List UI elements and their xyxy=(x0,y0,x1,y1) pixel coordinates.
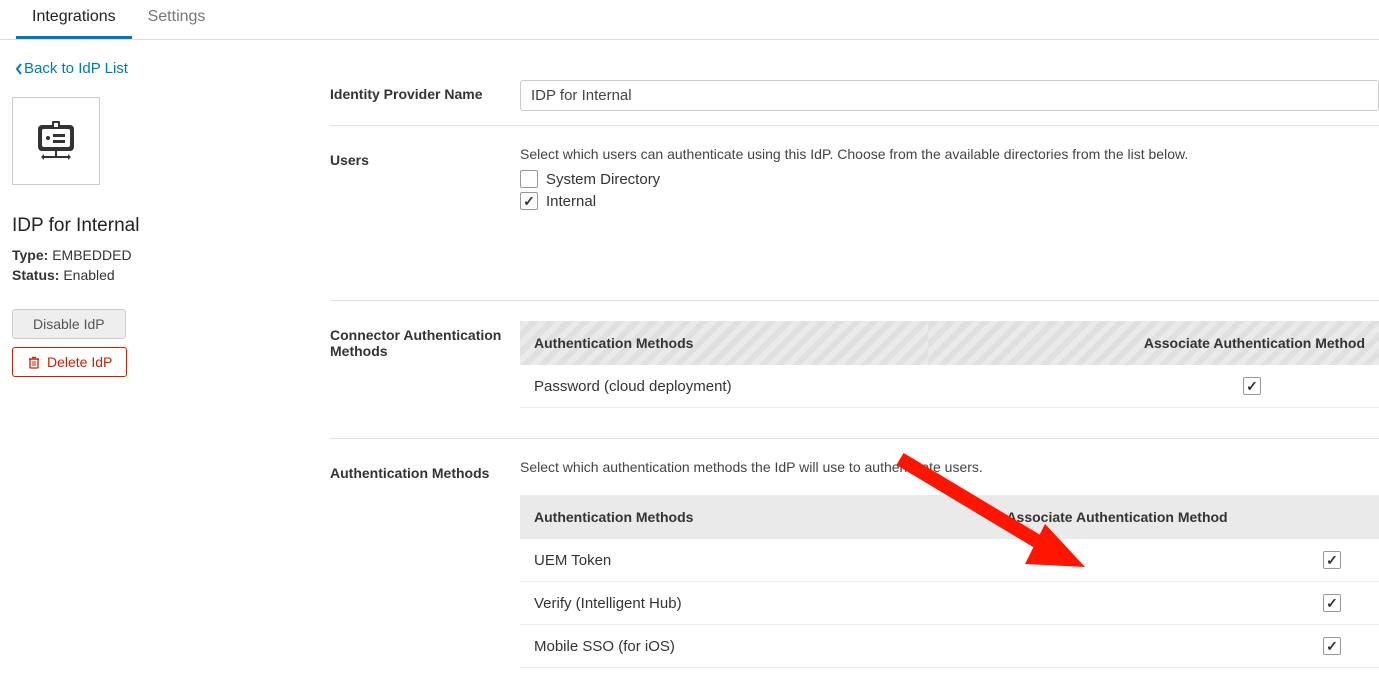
checkbox-label: System Directory xyxy=(546,171,660,188)
status-label: Status: xyxy=(12,267,59,283)
auth-method-check-cell xyxy=(992,625,1379,668)
checkbox-label: Internal xyxy=(546,193,596,210)
chevron-left-icon xyxy=(14,62,24,76)
row-auth-methods: Authentication Methods Select which auth… xyxy=(330,439,1379,698)
tab-integrations[interactable]: Integrations xyxy=(16,0,132,39)
idp-icon-box xyxy=(12,97,100,185)
auth-help-text: Select which authentication methods the … xyxy=(520,459,1379,475)
trash-icon xyxy=(27,355,41,369)
sidebar-buttons: Disable IdP Delete IdP xyxy=(12,309,298,377)
checkbox-uem-token[interactable] xyxy=(1323,551,1341,569)
idp-device-icon xyxy=(28,113,84,169)
row-idp-name: Identity Provider Name xyxy=(330,80,1379,126)
auth-methods-table: Authentication Methods Associate Authent… xyxy=(520,495,1379,668)
tab-settings[interactable]: Settings xyxy=(132,0,222,39)
checkbox-internal[interactable] xyxy=(520,192,538,210)
type-label: Type: xyxy=(12,247,48,263)
idp-type-line: Type: EMBEDDED xyxy=(12,247,298,263)
checkbox-mobile-sso-ios[interactable] xyxy=(1323,637,1341,655)
auth-method-name: Mobile SSO (for iOS) xyxy=(520,625,992,668)
back-link[interactable]: Back to IdP List xyxy=(14,60,128,77)
users-label: Users xyxy=(330,146,520,210)
auth-method-name: UEM Token xyxy=(520,539,992,582)
row-users: Users Select which users can authenticat… xyxy=(330,126,1379,301)
th-associate: Associate Authentication Method xyxy=(992,495,1379,539)
delete-idp-label: Delete IdP xyxy=(47,354,112,370)
sidebar: Back to IdP List IDP for Internal Type: … xyxy=(0,40,310,698)
th-auth-methods: Authentication Methods xyxy=(520,495,992,539)
th-associate: Associate Authentication Method xyxy=(928,321,1379,365)
disable-idp-button[interactable]: Disable IdP xyxy=(12,309,126,339)
users-help-text: Select which users can authenticate usin… xyxy=(520,146,1379,162)
type-value: EMBEDDED xyxy=(52,247,131,263)
status-value: Enabled xyxy=(63,267,114,283)
auth-methods-label: Authentication Methods xyxy=(330,459,520,668)
checkbox-system-directory[interactable] xyxy=(520,170,538,188)
table-row: Verify (Intelligent Hub) xyxy=(520,582,1379,625)
table-row: Mobile SSO (for iOS) xyxy=(520,625,1379,668)
idp-name-label: Identity Provider Name xyxy=(330,80,520,111)
idp-name-input[interactable] xyxy=(520,80,1379,111)
tabs: Integrations Settings xyxy=(0,0,1379,40)
row-connector-auth: Connector Authentication Methods Authent… xyxy=(330,301,1379,439)
th-auth-methods: Authentication Methods xyxy=(520,321,928,365)
auth-method-check-cell xyxy=(928,365,1379,408)
table-row: Password (cloud deployment) xyxy=(520,365,1379,408)
auth-method-check-cell xyxy=(992,539,1379,582)
delete-idp-button[interactable]: Delete IdP xyxy=(12,347,127,377)
auth-method-name: Password (cloud deployment) xyxy=(520,365,928,408)
checkbox-password-cloud[interactable] xyxy=(1243,377,1261,395)
auth-method-check-cell xyxy=(992,582,1379,625)
back-link-text: Back to IdP List xyxy=(24,60,128,77)
table-row: UEM Token xyxy=(520,539,1379,582)
connector-auth-label: Connector Authentication Methods xyxy=(330,321,520,408)
connector-auth-table: Authentication Methods Associate Authent… xyxy=(520,321,1379,408)
idp-status-line: Status: Enabled xyxy=(12,267,298,283)
main-content: Identity Provider Name Users Select whic… xyxy=(310,40,1379,698)
user-option-row: System Directory xyxy=(520,170,1379,188)
auth-method-name: Verify (Intelligent Hub) xyxy=(520,582,992,625)
user-option-row: Internal xyxy=(520,192,1379,210)
idp-title: IDP for Internal xyxy=(12,215,298,237)
checkbox-verify-hub[interactable] xyxy=(1323,594,1341,612)
